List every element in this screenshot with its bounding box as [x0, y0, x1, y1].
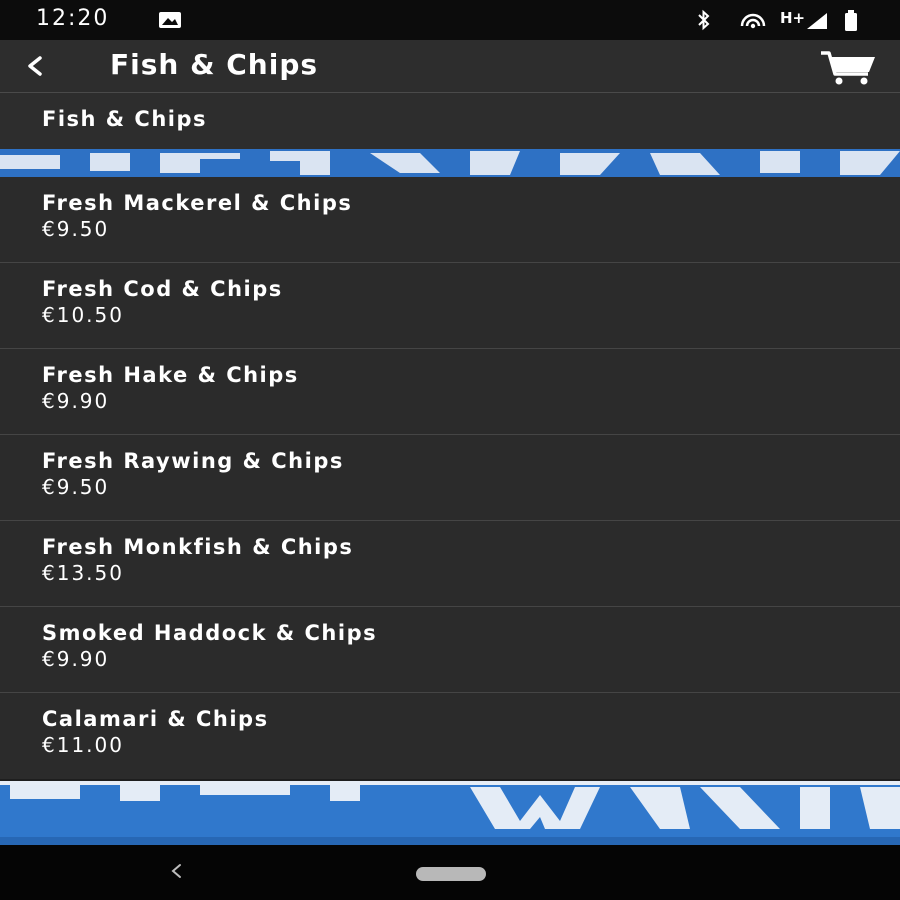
status-bar: 12:20 H+ [0, 0, 900, 40]
menu-item[interactable]: Smoked Haddock & Chips €9.90 [0, 607, 900, 693]
system-navigation-bar [0, 845, 900, 900]
app-bar: Fish & Chips [0, 40, 900, 93]
status-icons: H+ [696, 8, 866, 34]
item-name: Fresh Raywing & Chips [42, 449, 344, 473]
signal-icon [806, 12, 828, 34]
cart-button[interactable] [818, 48, 878, 86]
item-price: €11.00 [42, 733, 124, 757]
nav-back-button[interactable] [166, 859, 186, 883]
nav-back-icon [166, 864, 186, 887]
back-arrow-icon [14, 56, 50, 86]
category-label: Fish & Chips [42, 107, 208, 131]
battery-icon [844, 10, 858, 36]
menu-item[interactable]: Fresh Monkfish & Chips €13.50 [0, 521, 900, 607]
item-price: €9.50 [42, 217, 110, 241]
menu-item[interactable]: Fresh Cod & Chips €10.50 [0, 263, 900, 349]
menu-item[interactable]: Fresh Mackerel & Chips €9.50 [0, 177, 900, 263]
item-price: €9.90 [42, 389, 110, 413]
item-price: €10.50 [42, 303, 124, 327]
page-title: Fish & Chips [110, 48, 319, 81]
background-photo-bottom [0, 781, 900, 845]
menu-item[interactable]: Fresh Hake & Chips €9.90 [0, 349, 900, 435]
app-screen: 12:20 H+ Fish & Chips Fish & Chips Fresh… [0, 0, 900, 900]
home-pill-icon[interactable] [416, 867, 486, 881]
status-time: 12:20 [36, 6, 110, 31]
background-photo-top [0, 149, 900, 177]
category-header: Fish & Chips [0, 93, 900, 149]
item-price: €9.90 [42, 647, 110, 671]
back-button[interactable] [14, 50, 50, 82]
bluetooth-icon [696, 8, 712, 36]
menu-list: Fresh Mackerel & Chips €9.50 Fresh Cod &… [0, 177, 900, 779]
item-name: Fresh Mackerel & Chips [42, 191, 353, 215]
item-name: Smoked Haddock & Chips [42, 621, 378, 645]
item-price: €13.50 [42, 561, 124, 585]
item-price: €9.50 [42, 475, 110, 499]
item-name: Fresh Monkfish & Chips [42, 535, 354, 559]
item-name: Fresh Hake & Chips [42, 363, 299, 387]
hotspot-icon [738, 10, 768, 36]
image-notification-icon [158, 11, 182, 33]
cart-icon [818, 51, 878, 90]
item-name: Fresh Cod & Chips [42, 277, 283, 301]
item-name: Calamari & Chips [42, 707, 269, 731]
menu-item[interactable]: Fresh Raywing & Chips €9.50 [0, 435, 900, 521]
menu-item[interactable]: Calamari & Chips €11.00 [0, 693, 900, 779]
